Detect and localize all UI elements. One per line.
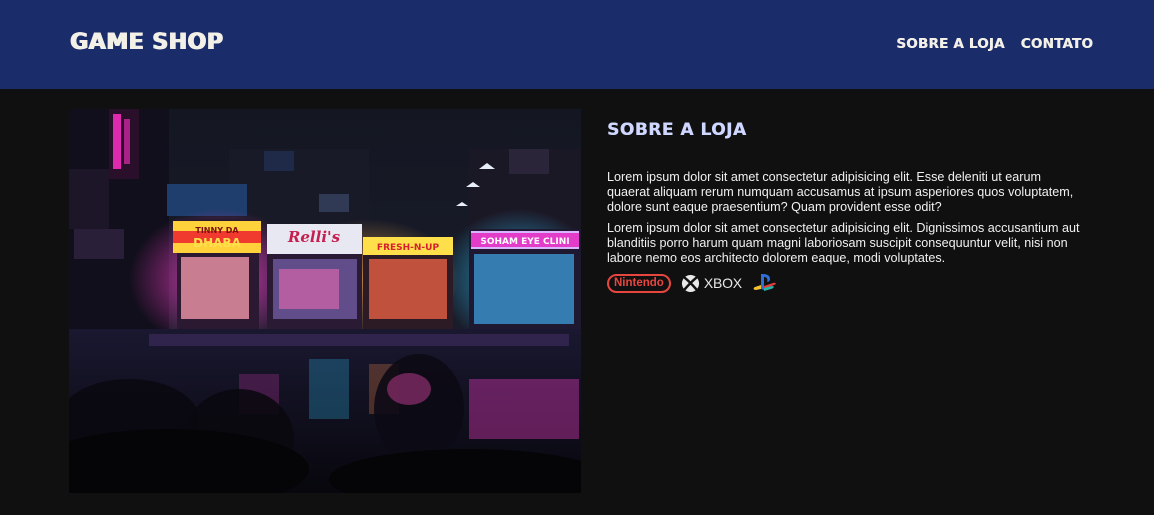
about-paragraph-1: Lorem ipsum dolor sit amet consectetur a… [607, 170, 1074, 214]
site-header: GAME SHOP SOBRE A LOJA CONTATO [0, 0, 1154, 89]
xbox-logo: XBOX [681, 274, 742, 293]
nav-link-contato[interactable]: CONTATO [1021, 36, 1093, 52]
platform-logos: Nintendo XBOX [607, 273, 1087, 293]
sign-rellis: Relli's [287, 228, 341, 246]
xbox-icon [681, 274, 699, 292]
main-nav: SOBRE A LOJA CONTATO [896, 36, 1093, 52]
site-logo[interactable]: GAME SHOP [70, 30, 223, 55]
sign-fresh-n-up: FRESH-N-UP [377, 243, 440, 253]
section-title: SOBRE A LOJA [607, 120, 747, 140]
about-paragraph-2: Lorem ipsum dolor sit amet consectetur a… [607, 221, 1080, 265]
nav-link-sobre-a-loja[interactable]: SOBRE A LOJA [896, 36, 1004, 52]
sign-dhaba: DHABA [193, 236, 241, 250]
store-photo: TINNY DA DHABA Relli's FRESH-N-UP SOHAM … [69, 109, 581, 493]
xbox-label: XBOX [703, 275, 742, 291]
playstation-icon [753, 274, 776, 291]
sign-tinny-da: TINNY DA [195, 226, 239, 235]
sign-soham-eye-clinic: SOHAM EYE CLINI [480, 237, 569, 247]
about-section: SOBRE A LOJA Lorem ipsum dolor sit amet … [607, 120, 1087, 293]
nintendo-logo: Nintendo [607, 273, 671, 293]
